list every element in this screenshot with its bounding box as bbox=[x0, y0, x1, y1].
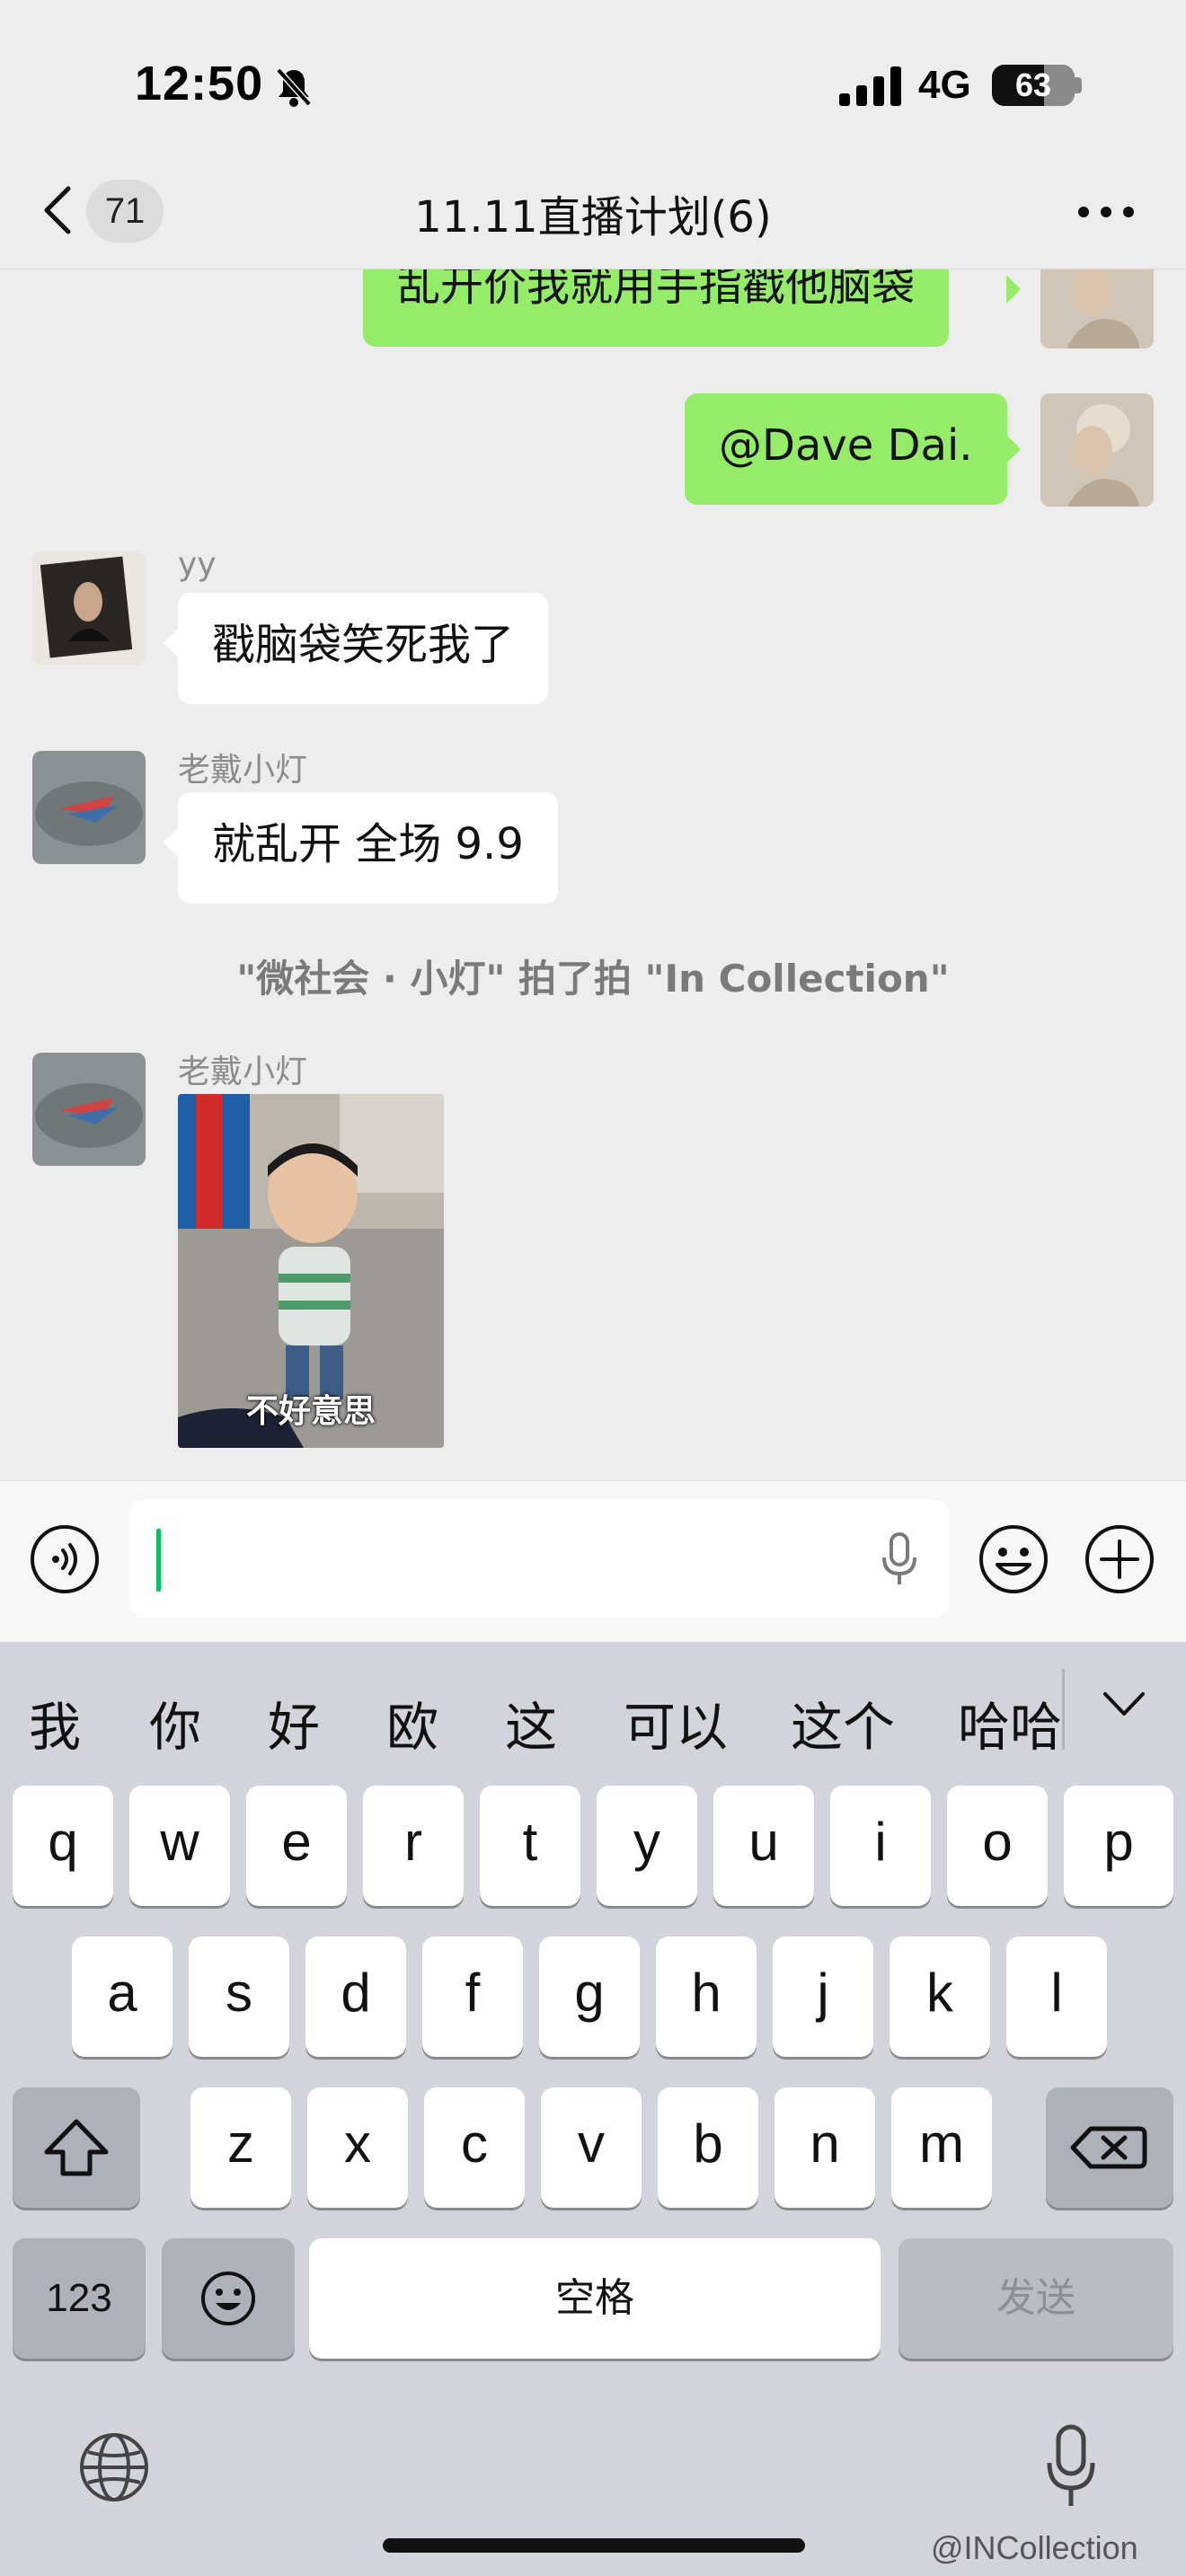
key-q[interactable]: q bbox=[13, 1786, 113, 1906]
candidate-word[interactable]: 好 bbox=[268, 1685, 320, 1760]
signal-icon bbox=[839, 66, 901, 106]
key-y[interactable]: y bbox=[597, 1786, 697, 1906]
candidate-word[interactable]: 这 bbox=[505, 1685, 557, 1760]
key-k[interactable]: k bbox=[890, 1936, 990, 2057]
candidate-word[interactable]: 这个 bbox=[791, 1685, 895, 1760]
candidate-word[interactable]: 可以 bbox=[624, 1685, 728, 1760]
key-e[interactable]: e bbox=[246, 1786, 347, 1906]
key-n[interactable]: n bbox=[774, 2087, 875, 2208]
candidate-word[interactable]: 你 bbox=[149, 1685, 201, 1760]
shift-icon bbox=[44, 2119, 109, 2176]
key-d[interactable]: d bbox=[305, 1936, 406, 2057]
voice-input-icon[interactable] bbox=[29, 1523, 101, 1595]
home-indicator[interactable] bbox=[383, 2538, 805, 2553]
emoji-key[interactable] bbox=[162, 2238, 295, 2359]
send-key[interactable]: 发送 bbox=[898, 2238, 1173, 2359]
image-caption: 不好意思 bbox=[245, 1393, 376, 1430]
status-time: 12:50 bbox=[135, 57, 264, 110]
shift-key[interactable] bbox=[13, 2087, 140, 2208]
key-j[interactable]: j bbox=[773, 1936, 873, 2057]
key-x[interactable]: x bbox=[307, 2087, 408, 2208]
key-u[interactable]: u bbox=[713, 1786, 814, 1906]
battery-indicator: 63 bbox=[992, 65, 1075, 106]
sender-avatar[interactable] bbox=[32, 551, 146, 665]
bell-off-icon bbox=[276, 67, 312, 107]
message-text: @Dave Dai. bbox=[719, 420, 973, 471]
key-c[interactable]: c bbox=[424, 2087, 525, 2208]
key-l[interactable]: l bbox=[1006, 1936, 1107, 2057]
image-message[interactable]: 不好意思 bbox=[178, 1094, 444, 1448]
globe-icon[interactable] bbox=[77, 2430, 151, 2504]
key-f[interactable]: f bbox=[422, 1936, 523, 2057]
battery-tip bbox=[1075, 77, 1082, 93]
key-h[interactable]: h bbox=[656, 1936, 757, 2057]
back-arrow-icon[interactable] bbox=[41, 183, 74, 237]
message-text: 就乱开 全场 9.9 bbox=[212, 819, 524, 869]
microphone-icon[interactable] bbox=[879, 1532, 920, 1588]
bubble-tail bbox=[164, 828, 178, 857]
message-input[interactable] bbox=[129, 1500, 949, 1617]
candidate-word[interactable]: 哈哈 bbox=[958, 1685, 1062, 1760]
received-message-bubble[interactable]: 戳脑袋笑死我了 bbox=[178, 593, 549, 704]
plus-icon[interactable] bbox=[1084, 1523, 1155, 1595]
candidate-word[interactable]: 欧 bbox=[386, 1685, 438, 1760]
my-avatar[interactable] bbox=[1040, 269, 1154, 347]
delete-key[interactable] bbox=[1046, 2087, 1173, 2208]
my-avatar[interactable] bbox=[1040, 393, 1154, 507]
system-pat-notice: "微社会 · 小灯" 拍了拍 "In Collection" bbox=[236, 957, 950, 1001]
key-b[interactable]: b bbox=[658, 2087, 758, 2208]
dictation-microphone-icon[interactable] bbox=[1044, 2423, 1098, 2511]
key-g[interactable]: g bbox=[539, 1936, 640, 2057]
chat-title: 11.11直播计划(6) bbox=[414, 192, 772, 243]
key-m[interactable]: m bbox=[891, 2087, 992, 2208]
key-w[interactable]: w bbox=[129, 1786, 230, 1906]
unread-count-badge[interactable]: 71 bbox=[86, 180, 164, 243]
emoji-keyboard-icon bbox=[201, 2272, 255, 2325]
key-r[interactable]: r bbox=[363, 1786, 464, 1906]
sender-name: 老戴小灯 bbox=[178, 1054, 308, 1090]
battery-percent: 63 bbox=[1014, 66, 1052, 103]
bubble-tail bbox=[164, 629, 178, 657]
candidate-word[interactable]: 我 bbox=[29, 1685, 81, 1760]
bubble-tail bbox=[1006, 275, 1021, 304]
key-v[interactable]: v bbox=[541, 2087, 642, 2208]
numbers-key[interactable]: 123 bbox=[13, 2238, 146, 2359]
watermark: @INCollection bbox=[931, 2529, 1138, 2566]
network-type: 4G bbox=[918, 63, 971, 107]
message-text: 戳脑袋笑死我了 bbox=[212, 620, 515, 670]
text-cursor bbox=[156, 1529, 161, 1592]
received-message-bubble[interactable]: 就乱开 全场 9.9 bbox=[178, 792, 558, 904]
key-p[interactable]: p bbox=[1064, 1786, 1173, 1906]
key-a[interactable]: a bbox=[72, 1936, 173, 2057]
sender-avatar[interactable] bbox=[32, 751, 146, 864]
space-key[interactable]: 空格 bbox=[309, 2238, 881, 2359]
key-t[interactable]: t bbox=[480, 1786, 580, 1906]
sender-avatar[interactable] bbox=[32, 1053, 146, 1166]
candidate-divider bbox=[1062, 1669, 1065, 1750]
sent-message-bubble[interactable]: @Dave Dai. bbox=[685, 393, 1007, 505]
more-options-icon[interactable] bbox=[1075, 203, 1137, 221]
emoji-icon[interactable] bbox=[978, 1523, 1049, 1595]
key-s[interactable]: s bbox=[189, 1936, 289, 2057]
bubble-tail bbox=[1006, 435, 1021, 463]
backspace-icon bbox=[1070, 2126, 1147, 2169]
key-i[interactable]: i bbox=[830, 1786, 931, 1906]
chevron-down-icon[interactable] bbox=[1102, 1689, 1146, 1719]
sender-name: yy bbox=[178, 546, 217, 583]
sender-name: 老戴小灯 bbox=[178, 752, 308, 789]
key-o[interactable]: o bbox=[947, 1786, 1048, 1906]
key-z[interactable]: z bbox=[190, 2087, 291, 2208]
